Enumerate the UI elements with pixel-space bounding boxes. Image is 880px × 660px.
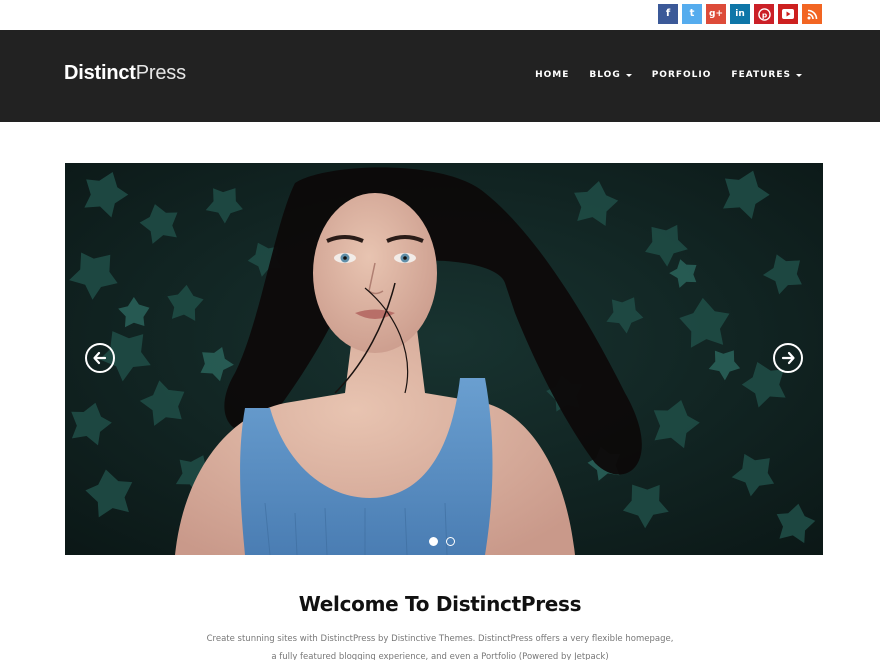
site-logo[interactable]: DistinctPress bbox=[64, 62, 186, 85]
google-plus-icon[interactable]: g+ bbox=[706, 4, 726, 24]
slider-dots bbox=[429, 537, 455, 546]
main-nav: HOME BLOG PORFOLIO FEATURES bbox=[535, 70, 802, 80]
twitter-icon[interactable]: t bbox=[682, 4, 702, 24]
nav-home[interactable]: HOME bbox=[535, 70, 569, 80]
slider-prev-button[interactable] bbox=[85, 343, 115, 373]
logo-bold: Distinct bbox=[64, 62, 136, 84]
youtube-icon[interactable] bbox=[778, 4, 798, 24]
hero-slider bbox=[65, 163, 823, 555]
pinterest-icon[interactable]: p bbox=[754, 4, 774, 24]
svg-text:p: p bbox=[761, 10, 766, 19]
linkedin-icon[interactable]: in bbox=[730, 4, 750, 24]
nav-portfolio[interactable]: PORFOLIO bbox=[652, 70, 712, 80]
facebook-icon[interactable]: f bbox=[658, 4, 678, 24]
welcome-text-line2: a fully featured blogging experience, an… bbox=[271, 652, 609, 660]
slider-dot-1[interactable] bbox=[429, 537, 438, 546]
hero-image bbox=[65, 163, 823, 555]
slider-next-button[interactable] bbox=[773, 343, 803, 373]
social-icons: f t g+ in p bbox=[658, 4, 822, 24]
welcome-title: Welcome To DistinctPress bbox=[298, 592, 582, 616]
arrow-left-icon bbox=[93, 351, 107, 365]
arrow-right-icon bbox=[781, 351, 795, 365]
rss-icon[interactable] bbox=[802, 4, 822, 24]
nav-features[interactable]: FEATURES bbox=[731, 70, 802, 80]
chevron-down-icon bbox=[796, 73, 802, 77]
logo-light: Press bbox=[135, 62, 186, 84]
site-header: DistinctPress HOME BLOG PORFOLIO FEATURE… bbox=[0, 30, 880, 122]
welcome-text-line1: Create stunning sites with DistinctPress… bbox=[206, 634, 674, 644]
slider-dot-2[interactable] bbox=[446, 537, 455, 546]
nav-blog[interactable]: BLOG bbox=[589, 70, 632, 80]
chevron-down-icon bbox=[625, 73, 632, 77]
welcome-text: Create stunning sites with DistinctPress… bbox=[200, 630, 680, 660]
social-bar: f t g+ in p bbox=[0, 0, 880, 30]
